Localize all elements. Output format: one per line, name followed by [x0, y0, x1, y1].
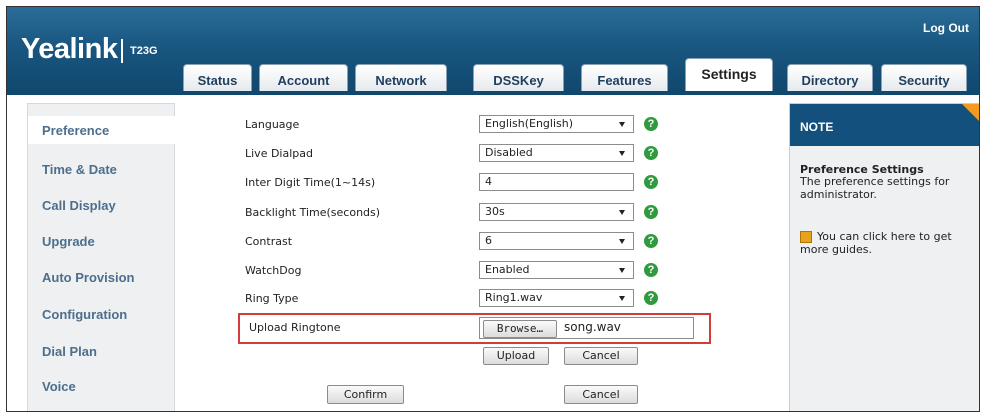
help-icon[interactable]: ?	[644, 117, 658, 131]
help-icon[interactable]: ?	[644, 205, 658, 219]
inter-digit-input[interactable]: 4	[479, 173, 634, 191]
ring-type-select[interactable]: Ring1.wav	[479, 289, 634, 307]
inter-digit-label: Inter Digit Time(1~14s)	[245, 176, 376, 189]
logout-link[interactable]: Log Out	[923, 21, 969, 35]
tab-dsskey[interactable]: DSSKey	[473, 64, 564, 91]
confirm-button[interactable]: Confirm	[327, 385, 404, 404]
chevron-down-icon	[619, 296, 625, 301]
tab-features[interactable]: Features	[581, 64, 668, 91]
language-select[interactable]: English(English)	[479, 115, 634, 133]
live-dialpad-value: Disabled	[485, 146, 533, 159]
chevron-down-icon	[619, 151, 625, 156]
watchdog-select[interactable]: Enabled	[479, 261, 634, 279]
tab-network[interactable]: Network	[355, 64, 447, 91]
tab-status[interactable]: Status	[183, 64, 252, 91]
chevron-down-icon	[619, 122, 625, 127]
yealink-logo: Yealink	[21, 33, 118, 65]
sidebar-item-auto-provision[interactable]: Auto Provision	[42, 270, 134, 285]
contrast-select[interactable]: 6	[479, 232, 634, 250]
sidebar-item-call-display[interactable]: Call Display	[42, 198, 116, 213]
watchdog-value: Enabled	[485, 263, 530, 276]
sidebar: Preference Time & Date Call Display Upgr…	[27, 103, 178, 411]
language-value: English(English)	[485, 117, 574, 130]
tab-directory[interactable]: Directory	[787, 64, 873, 91]
live-dialpad-label: Live Dialpad	[245, 147, 313, 160]
language-label: Language	[245, 118, 300, 131]
model-label: T23G	[130, 45, 158, 57]
browse-button[interactable]: Browse…	[483, 320, 557, 338]
app-frame: Yealink T23G Log Out Status Account Netw…	[6, 6, 980, 412]
chevron-down-icon	[619, 268, 625, 273]
sidebar-item-upgrade[interactable]: Upgrade	[42, 234, 95, 249]
watchdog-label: WatchDog	[245, 264, 302, 277]
backlight-select[interactable]: 30s	[479, 203, 634, 221]
tab-account[interactable]: Account	[259, 64, 348, 91]
contrast-label: Contrast	[245, 235, 293, 248]
backlight-value: 30s	[485, 205, 505, 218]
ring-type-label: Ring Type	[245, 292, 299, 305]
note-panel: NOTE Preference Settings The preference …	[789, 103, 979, 411]
selected-file-name: song.wav	[564, 320, 621, 334]
ring-type-value: Ring1.wav	[485, 291, 543, 304]
note-text: The preference settings for administrato…	[800, 175, 950, 201]
tab-settings[interactable]: Settings	[685, 58, 773, 91]
help-icon[interactable]: ?	[644, 291, 658, 305]
help-icon[interactable]: ?	[644, 175, 658, 189]
upload-ringtone-label: Upload Ringtone	[249, 321, 341, 334]
guide-link[interactable]: You can click here to get more guides.	[800, 230, 975, 256]
logo-divider	[121, 39, 123, 63]
sidebar-item-configuration[interactable]: Configuration	[42, 307, 127, 322]
contrast-value: 6	[485, 234, 492, 247]
help-icon[interactable]: ?	[644, 146, 658, 160]
cancel-button[interactable]: Cancel	[564, 385, 638, 404]
note-header: NOTE	[790, 104, 979, 146]
note-title: NOTE	[800, 120, 834, 134]
tab-security[interactable]: Security	[881, 64, 967, 91]
chevron-down-icon	[619, 239, 625, 244]
cancel-upload-button[interactable]: Cancel	[564, 347, 638, 365]
help-icon[interactable]: ?	[644, 263, 658, 277]
backlight-label: Backlight Time(seconds)	[245, 206, 381, 219]
sidebar-item-dial-plan[interactable]: Dial Plan	[42, 344, 97, 359]
header-bar: Yealink T23G Log Out Status Account Netw…	[7, 7, 979, 95]
sidebar-item-preference[interactable]: Preference	[42, 123, 109, 138]
sidebar-item-time-date[interactable]: Time & Date	[42, 162, 117, 177]
note-corner	[962, 104, 979, 124]
live-dialpad-select[interactable]: Disabled	[479, 144, 634, 162]
sidebar-item-voice[interactable]: Voice	[42, 379, 76, 394]
upload-button[interactable]: Upload	[483, 347, 549, 365]
help-icon[interactable]: ?	[644, 234, 658, 248]
chevron-down-icon	[619, 210, 625, 215]
